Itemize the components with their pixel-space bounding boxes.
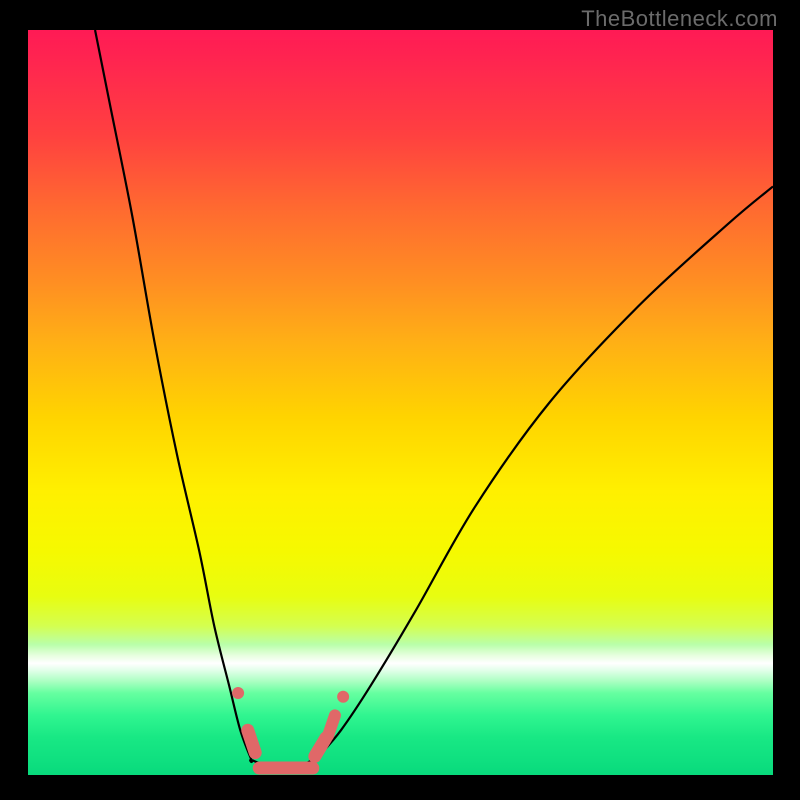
curve-layer xyxy=(28,30,773,775)
bottleneck-curve xyxy=(95,30,773,769)
marker-dot xyxy=(337,691,349,703)
marker-pill xyxy=(328,715,335,735)
bottleneck-curve-path xyxy=(95,30,773,769)
marker-pill xyxy=(248,730,255,752)
marker-dot xyxy=(232,687,244,699)
chart-frame: TheBottleneck.com xyxy=(0,0,800,800)
marker-layer xyxy=(232,687,349,768)
marker-pill xyxy=(315,738,326,757)
plot-area xyxy=(28,30,773,775)
watermark-text: TheBottleneck.com xyxy=(581,6,778,32)
